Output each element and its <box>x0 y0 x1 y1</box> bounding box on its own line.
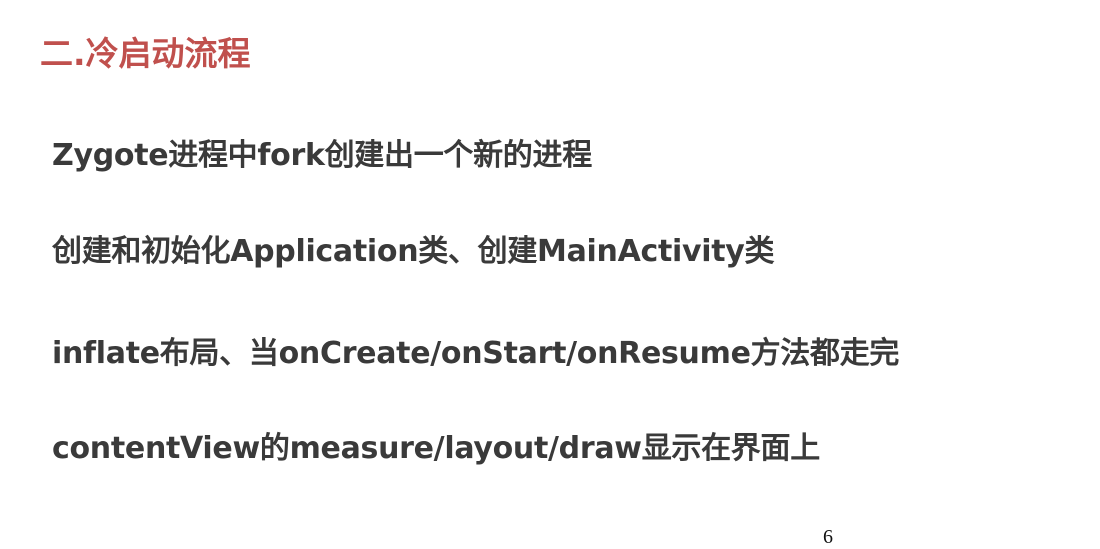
bullet-line-1: Zygote进程中fork创建出一个新的进程 <box>52 138 592 173</box>
bullet-line-2: 创建和初始化Application类、创建MainActivity类 <box>52 234 775 269</box>
bullet-line-4: contentView的measure/layout/draw显示在界面上 <box>52 431 820 466</box>
page-number: 6 <box>823 526 833 548</box>
bullet-line-3: inflate布局、当onCreate/onStart/onResume方法都走… <box>52 336 900 371</box>
slide-title: 二.冷启动流程 <box>40 34 251 73</box>
slide: 二.冷启动流程 Zygote进程中fork创建出一个新的进程 创建和初始化App… <box>0 0 1100 548</box>
